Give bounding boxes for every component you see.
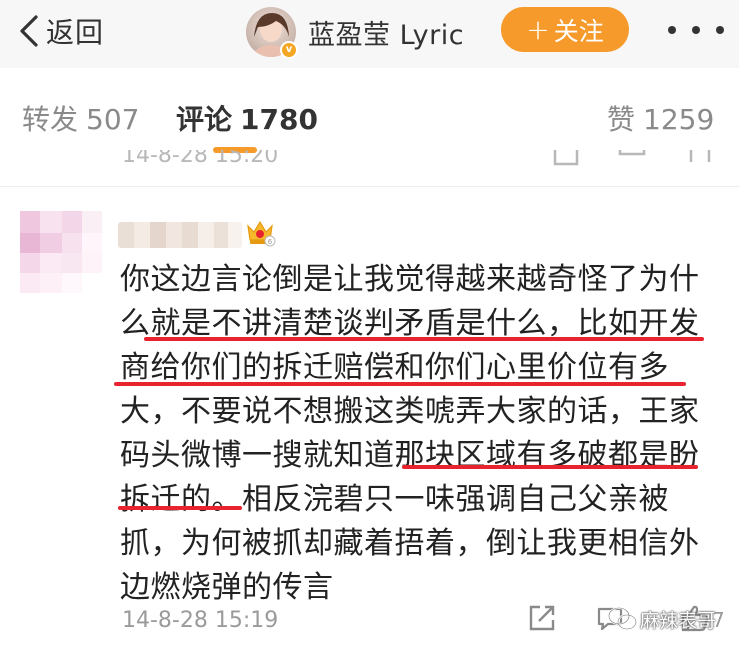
tab-likes-label: 赞	[607, 103, 636, 136]
comment-separator	[0, 186, 739, 187]
user-avatar-wrapper[interactable]: v	[246, 7, 298, 69]
more-dots-icon	[668, 26, 676, 34]
tab-likes[interactable]: 赞 1259	[607, 98, 714, 138]
highlight-underline	[118, 506, 242, 510]
comment-line: 码头微博一搜就知道那块区域有多破都是盼	[120, 438, 700, 473]
plus-icon: +	[526, 13, 550, 46]
previous-comment-footer: 14-8-28 15:20	[0, 150, 739, 170]
tab-comments-count: 1780	[240, 103, 318, 136]
tab-repost-label: 转发	[22, 103, 79, 136]
svg-text:6: 6	[268, 238, 273, 246]
comment-line: 抓，为何被抓却藏着捂着，倒让我更相信外	[120, 526, 700, 561]
verified-badge-icon: v	[280, 41, 298, 59]
highlight-underline	[114, 382, 686, 386]
follow-button[interactable]: + 关注	[501, 7, 629, 52]
tab-repost[interactable]: 转发 507	[22, 98, 139, 138]
commenter-avatar[interactable]	[20, 211, 102, 293]
comment-icon[interactable]	[617, 150, 647, 166]
profile-header[interactable]: v 蓝盈莹 Lyric	[246, 5, 464, 69]
comment-body: 你这边言论倒是让我觉得越来越奇怪了为什 么就是不讲清楚谈判矛盾是什么，比如开发 …	[120, 258, 720, 610]
like-icon[interactable]	[683, 150, 713, 166]
tab-repost-count: 507	[86, 103, 140, 136]
more-dots-icon	[716, 26, 724, 34]
previous-comment-time: 14-8-28 15:20	[122, 150, 279, 168]
highlight-underline	[402, 465, 698, 469]
commenter-name-blurred[interactable]	[118, 222, 242, 248]
comment-icon[interactable]	[596, 606, 624, 632]
crown-icon: 6	[247, 220, 276, 247]
more-dots-icon	[692, 26, 700, 34]
back-chevron-icon	[20, 15, 38, 47]
comment-line: 大，不要说不想搬这类唬弄大家的话，王家	[120, 394, 700, 429]
back-button[interactable]: 返回	[14, 8, 104, 54]
tab-likes-count: 1259	[643, 103, 715, 136]
user-name[interactable]: 蓝盈莹 Lyric	[308, 13, 464, 52]
comment-line: 你这边言论倒是让我觉得越来越奇怪了为什	[120, 262, 700, 297]
top-navigation-bar: 返回 v 蓝盈莹 Lyric + 关注	[0, 0, 739, 69]
share-icon[interactable]	[527, 603, 557, 633]
comment-line: 拆迁的。相反浣碧只一味强调自己父亲被	[120, 482, 669, 517]
comment-line: 边燃烧弹的传言	[120, 570, 334, 605]
comment-time: 14-8-28 15:19	[122, 608, 279, 633]
share-icon[interactable]	[552, 150, 582, 166]
like-icon[interactable]	[680, 604, 710, 632]
like-count: 7	[712, 608, 725, 632]
highlight-underline	[144, 337, 704, 341]
tab-comments[interactable]: 评论 1780	[176, 98, 318, 138]
tab-comments-label: 评论	[176, 103, 233, 136]
more-options-button[interactable]	[668, 18, 724, 42]
back-label: 返回	[46, 16, 105, 49]
follow-label: 关注	[553, 16, 604, 46]
